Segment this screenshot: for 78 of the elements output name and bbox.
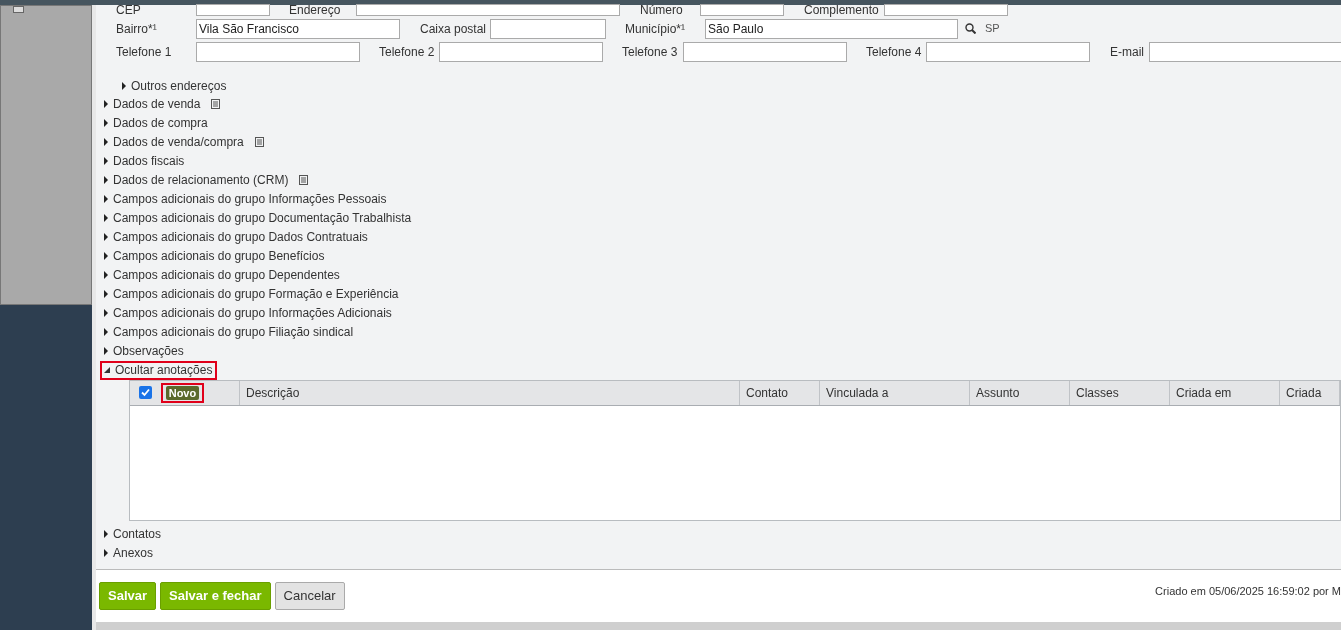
- column-header[interactable]: Criada em: [1170, 380, 1280, 405]
- text-field[interactable]: [196, 41, 360, 62]
- section-toggle[interactable]: Ocultar anotações: [100, 360, 218, 380]
- document-icon: [211, 99, 221, 110]
- section-toggle[interactable]: Outros endereços: [116, 76, 1341, 95]
- section-toggle[interactable]: Dados de relacionamento (CRM): [104, 170, 309, 190]
- section-toggle[interactable]: Campos adicionais do grupo Informações Adicionais: [104, 303, 392, 323]
- search-icon[interactable]: [965, 23, 976, 35]
- text-field[interactable]: [926, 41, 1090, 62]
- column-header[interactable]: Contato: [740, 380, 820, 405]
- form-button[interactable]: Cancelar: [274, 582, 345, 610]
- expand-triangle-icon: [104, 214, 108, 223]
- text-field[interactable]: [356, 4, 620, 16]
- section-toggle[interactable]: Observações: [104, 341, 184, 361]
- section-toggle[interactable]: Dados de venda/compra: [104, 132, 264, 152]
- section-toggle[interactable]: Campos adicionais do grupo Filiação sindical: [104, 322, 354, 342]
- text-field[interactable]: [683, 41, 847, 62]
- field-label: CEP: [116, 3, 142, 17]
- created-info: Criado em 05/06/2025 16:59:02 por M: [1155, 584, 1341, 599]
- expand-triangle-icon: [104, 119, 108, 128]
- document-icon: [299, 175, 309, 186]
- section-toggle[interactable]: Campos adicionais do grupo Formação e Experiência: [104, 284, 399, 304]
- text-field[interactable]: [196, 4, 270, 16]
- column-header[interactable]: Vinculada a: [820, 380, 970, 405]
- horizontal-scrollbar[interactable]: [96, 622, 1341, 630]
- section-toggle[interactable]: Campos adicionais do grupo Benefícios: [104, 246, 325, 266]
- text-field[interactable]: [700, 4, 784, 16]
- field-label: Complemento: [804, 3, 880, 17]
- text-field[interactable]: [439, 41, 603, 62]
- expand-triangle-icon: [104, 548, 108, 557]
- state-code: SP: [985, 21, 1000, 37]
- column-header[interactable]: Criada: [1280, 380, 1340, 405]
- expand-triangle-icon: [122, 81, 126, 90]
- field-label: Telefone 2: [379, 44, 436, 59]
- section-toggle[interactable]: Dados fiscais: [104, 151, 185, 171]
- section-toggle[interactable]: Campos adicionais do grupo Documentação Trabalhista: [104, 208, 412, 228]
- text-field[interactable]: [1149, 41, 1341, 62]
- text-field[interactable]: [490, 18, 606, 39]
- column-header[interactable]: Descrição: [240, 380, 740, 405]
- field-label: E-mail: [1110, 44, 1145, 59]
- section-toggle[interactable]: Campos adicionais do grupo Dependentes: [104, 265, 340, 285]
- text-field[interactable]: Vila São Francisco: [196, 18, 400, 39]
- expand-triangle-icon: [104, 100, 108, 109]
- expand-triangle-icon: [104, 347, 108, 356]
- field-label: Número: [640, 3, 684, 17]
- column-header[interactable]: Assunto: [970, 380, 1070, 405]
- text-field[interactable]: São Paulo: [705, 18, 958, 39]
- collapse-triangle-icon: [104, 367, 110, 374]
- section-toggle[interactable]: Dados de compra: [104, 113, 208, 133]
- document-icon: [254, 137, 264, 148]
- expand-triangle-icon: [104, 309, 108, 318]
- field-label: Município*¹: [625, 21, 687, 36]
- expand-triangle-icon: [104, 176, 108, 185]
- select-all-checkbox[interactable]: [138, 386, 152, 400]
- field-label: Telefone 1: [116, 44, 173, 59]
- text-field[interactable]: [884, 4, 1008, 16]
- expand-triangle-icon: [104, 195, 108, 204]
- expand-triangle-icon: [104, 252, 108, 261]
- expand-triangle-icon: [104, 271, 108, 280]
- checkbox[interactable]: [13, 6, 24, 13]
- field-label: Bairro*¹: [116, 21, 158, 36]
- field-label: Caixa postal: [420, 21, 488, 36]
- expand-triangle-icon: [104, 138, 108, 147]
- field-label: Telefone 4: [866, 44, 923, 59]
- expand-triangle-icon: [104, 157, 108, 166]
- expand-triangle-icon: [104, 328, 108, 337]
- field-label: Endereço: [289, 3, 342, 17]
- column-header[interactable]: Classes: [1070, 380, 1170, 405]
- section-toggle[interactable]: Campos adicionais do grupo Dados Contratuais: [104, 227, 368, 247]
- new-button[interactable]: Novo: [160, 382, 205, 403]
- expand-triangle-icon: [104, 529, 108, 538]
- section-toggle[interactable]: Contatos: [104, 524, 162, 544]
- field-label: Telefone 3: [622, 44, 679, 59]
- section-toggle[interactable]: Anexos: [104, 543, 154, 563]
- section-toggle[interactable]: Dados de venda: [104, 94, 221, 114]
- expand-triangle-icon: [104, 290, 108, 299]
- expand-triangle-icon: [104, 233, 108, 242]
- section-toggle[interactable]: Campos adicionais do grupo Informações Pessoais: [104, 189, 387, 209]
